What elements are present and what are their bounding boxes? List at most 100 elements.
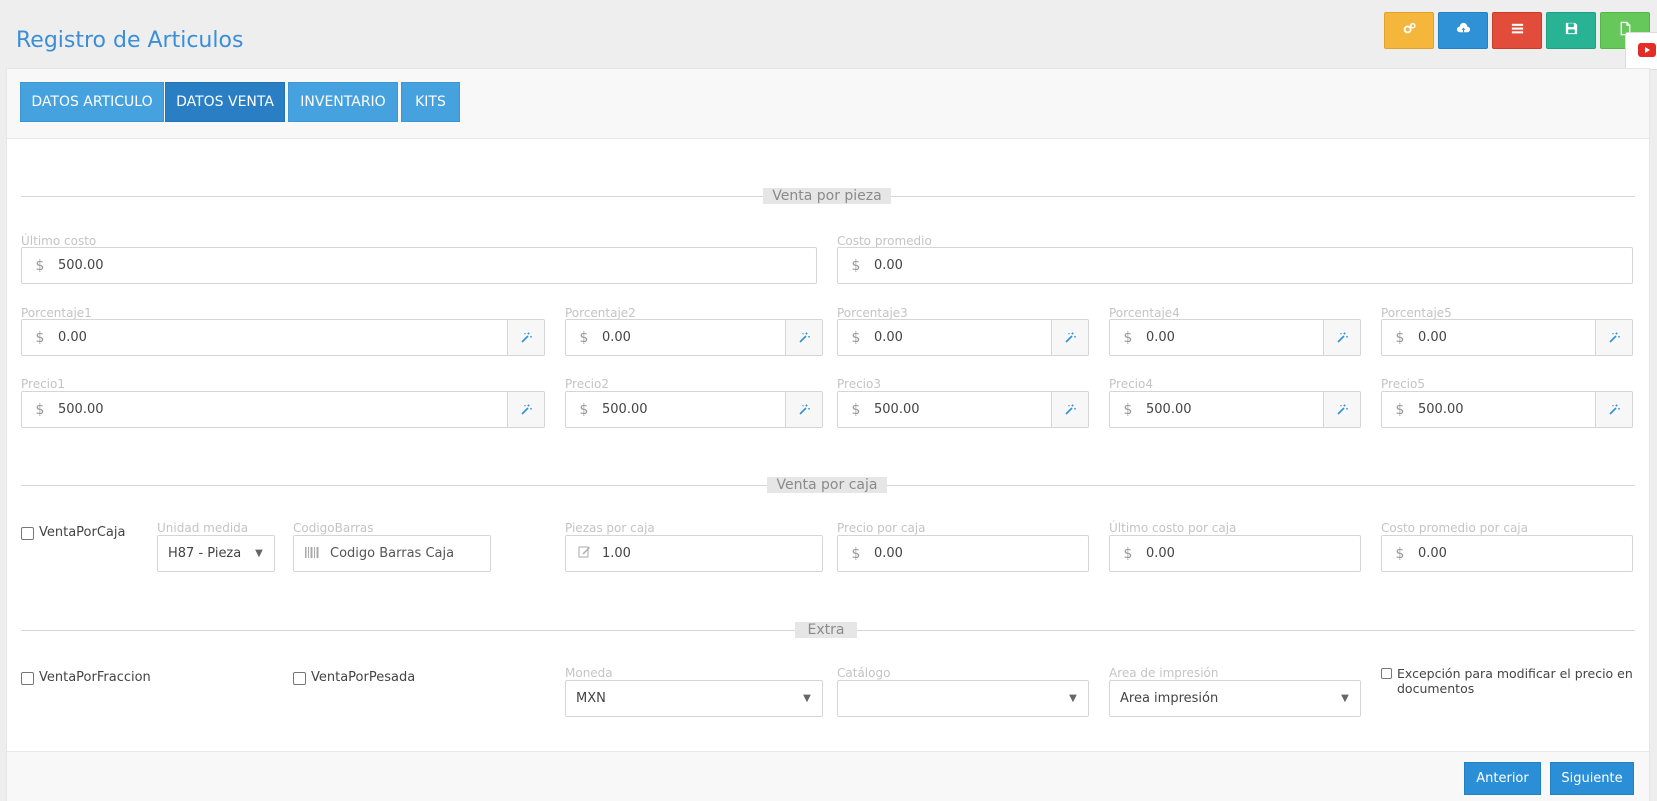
chevron-down-icon: ▼ [803,693,811,704]
magic-wand-icon[interactable] [785,392,822,427]
dollar-icon: $ [1395,329,1405,346]
section-label-caja: Venta por caja [767,477,887,493]
save-button[interactable] [1546,12,1596,49]
precio5-value: 500.00 [1418,402,1464,417]
page-title: Registro de Articulos [16,28,244,53]
porcentaje5-value: 0.00 [1418,330,1447,345]
tab-kits[interactable]: KITS [401,82,460,122]
piezas-por-caja-label: Piezas por caja [565,521,655,535]
precio2-label: Precio2 [565,377,609,391]
checkbox-box[interactable] [1381,668,1392,679]
precio1-value: 500.00 [58,402,104,417]
porcentaje4-label: Porcentaje4 [1109,306,1180,320]
area-impresion-select[interactable]: Area impresión ▼ [1109,680,1361,717]
checkbox-box[interactable] [21,672,34,685]
codigo-barras-label: CodigoBarras [293,521,374,535]
porcentaje2-value: 0.00 [602,330,631,345]
magic-wand-icon[interactable] [1595,320,1632,355]
costo-promedio-caja-value: 0.00 [1418,546,1447,561]
tab-inventario[interactable]: INVENTARIO [288,82,398,122]
unidad-medida-label: Unidad medida [157,521,249,535]
piezas-por-caja-field[interactable]: 1.00 [565,535,823,572]
venta-por-caja-checkbox[interactable]: VentaPorCaja [21,525,125,540]
dollar-icon: $ [851,329,861,346]
excepcion-label: Excepción para modificar el precio en do… [1397,666,1633,696]
video-help-tab[interactable] [1625,32,1657,70]
venta-por-pesada-label: VentaPorPesada [311,670,416,685]
excepcion-checkbox[interactable]: Excepción para modificar el precio en do… [1381,666,1633,696]
ultimo-costo-caja-field[interactable]: $ 0.00 [1109,535,1361,572]
precio1-label: Precio1 [21,377,65,391]
area-impresion-value: Area impresión [1120,691,1219,706]
costo-promedio-label: Costo promedio [837,234,932,248]
precio5-label: Precio5 [1381,377,1425,391]
costo-promedio-caja-field[interactable]: $ 0.00 [1381,535,1633,572]
venta-por-pesada-checkbox[interactable]: VentaPorPesada [293,670,415,685]
magic-wand-icon[interactable] [507,320,544,355]
barcode-icon [294,546,330,562]
codigo-barras-field[interactable]: Codigo Barras Caja [293,535,491,572]
magic-wand-icon[interactable] [785,320,822,355]
chevron-down-icon: ▼ [1341,693,1349,704]
chevron-down-icon: ▼ [255,548,263,559]
piezas-por-caja-value: 1.00 [602,546,631,561]
tab-datos-venta[interactable]: DATOS VENTA [165,82,285,122]
magic-wand-icon[interactable] [1323,320,1360,355]
porcentaje5-label: Porcentaje5 [1381,306,1452,320]
precio3-field[interactable]: $ 500.00 [837,391,1089,428]
magic-wand-icon[interactable] [1051,392,1088,427]
moneda-select[interactable]: MXN ▼ [565,680,823,717]
catalogo-select[interactable]: ▼ [837,680,1089,717]
porcentaje3-value: 0.00 [874,330,903,345]
dollar-icon: $ [579,329,589,346]
anterior-button[interactable]: Anterior [1464,762,1541,795]
precio4-label: Precio4 [1109,377,1153,391]
porcentaje5-field[interactable]: $ 0.00 [1381,319,1633,356]
section-label-pieza: Venta por pieza [763,188,891,204]
list-button[interactable] [1492,12,1542,49]
moneda-label: Moneda [565,666,613,680]
porcentaje3-field[interactable]: $ 0.00 [837,319,1089,356]
porcentaje4-field[interactable]: $ 0.00 [1109,319,1361,356]
costo-promedio-field[interactable]: $ 0.00 [837,247,1633,284]
checkbox-box[interactable] [21,527,34,540]
unidad-medida-select[interactable]: H87 - Pieza ▼ [157,535,275,572]
ultimo-costo-caja-label: Último costo por caja [1109,521,1237,535]
precio4-field[interactable]: $ 500.00 [1109,391,1361,428]
dollar-icon: $ [851,545,861,562]
precio1-field[interactable]: $ 500.00 [21,391,545,428]
checkbox-box[interactable] [293,672,306,685]
magic-wand-icon[interactable] [1323,392,1360,427]
settings-button[interactable] [1384,12,1434,49]
tab-datos-articulo[interactable]: DATOS ARTICULO [20,82,164,122]
ultimo-costo-caja-value: 0.00 [1146,546,1175,561]
area-impresion-label: Area de impresión [1109,666,1219,680]
unidad-medida-value: H87 - Pieza [168,546,242,561]
ultimo-costo-field[interactable]: $ 500.00 [21,247,817,284]
precio5-field[interactable]: $ 500.00 [1381,391,1633,428]
precio2-field[interactable]: $ 500.00 [565,391,823,428]
porcentaje2-field[interactable]: $ 0.00 [565,319,823,356]
list-icon [1510,21,1525,40]
magic-wand-icon[interactable] [507,392,544,427]
dollar-icon: $ [579,401,589,418]
siguiente-button[interactable]: Siguiente [1550,762,1634,795]
venta-por-caja-label: VentaPorCaja [39,525,126,540]
form-footer: Anterior Siguiente [7,751,1649,801]
ultimo-costo-label: Último costo [21,234,97,248]
precio-por-caja-field[interactable]: $ 0.00 [837,535,1089,572]
ultimo-costo-value: 500.00 [58,258,104,273]
venta-por-fraccion-checkbox[interactable]: VentaPorFraccion [21,670,151,685]
upload-button[interactable] [1438,12,1488,49]
magic-wand-icon[interactable] [1051,320,1088,355]
edit-icon [566,545,602,562]
porcentaje1-field[interactable]: $ 0.00 [21,319,545,356]
dollar-icon: $ [1123,545,1133,562]
magic-wand-icon[interactable] [1595,392,1632,427]
tab-bar: DATOS ARTICULO DATOS VENTA INVENTARIO KI… [7,69,1649,139]
dollar-icon: $ [1123,401,1133,418]
precio4-value: 500.00 [1146,402,1192,417]
dollar-icon: $ [1395,401,1405,418]
porcentaje1-label: Porcentaje1 [21,306,92,320]
dollar-icon: $ [35,329,45,346]
